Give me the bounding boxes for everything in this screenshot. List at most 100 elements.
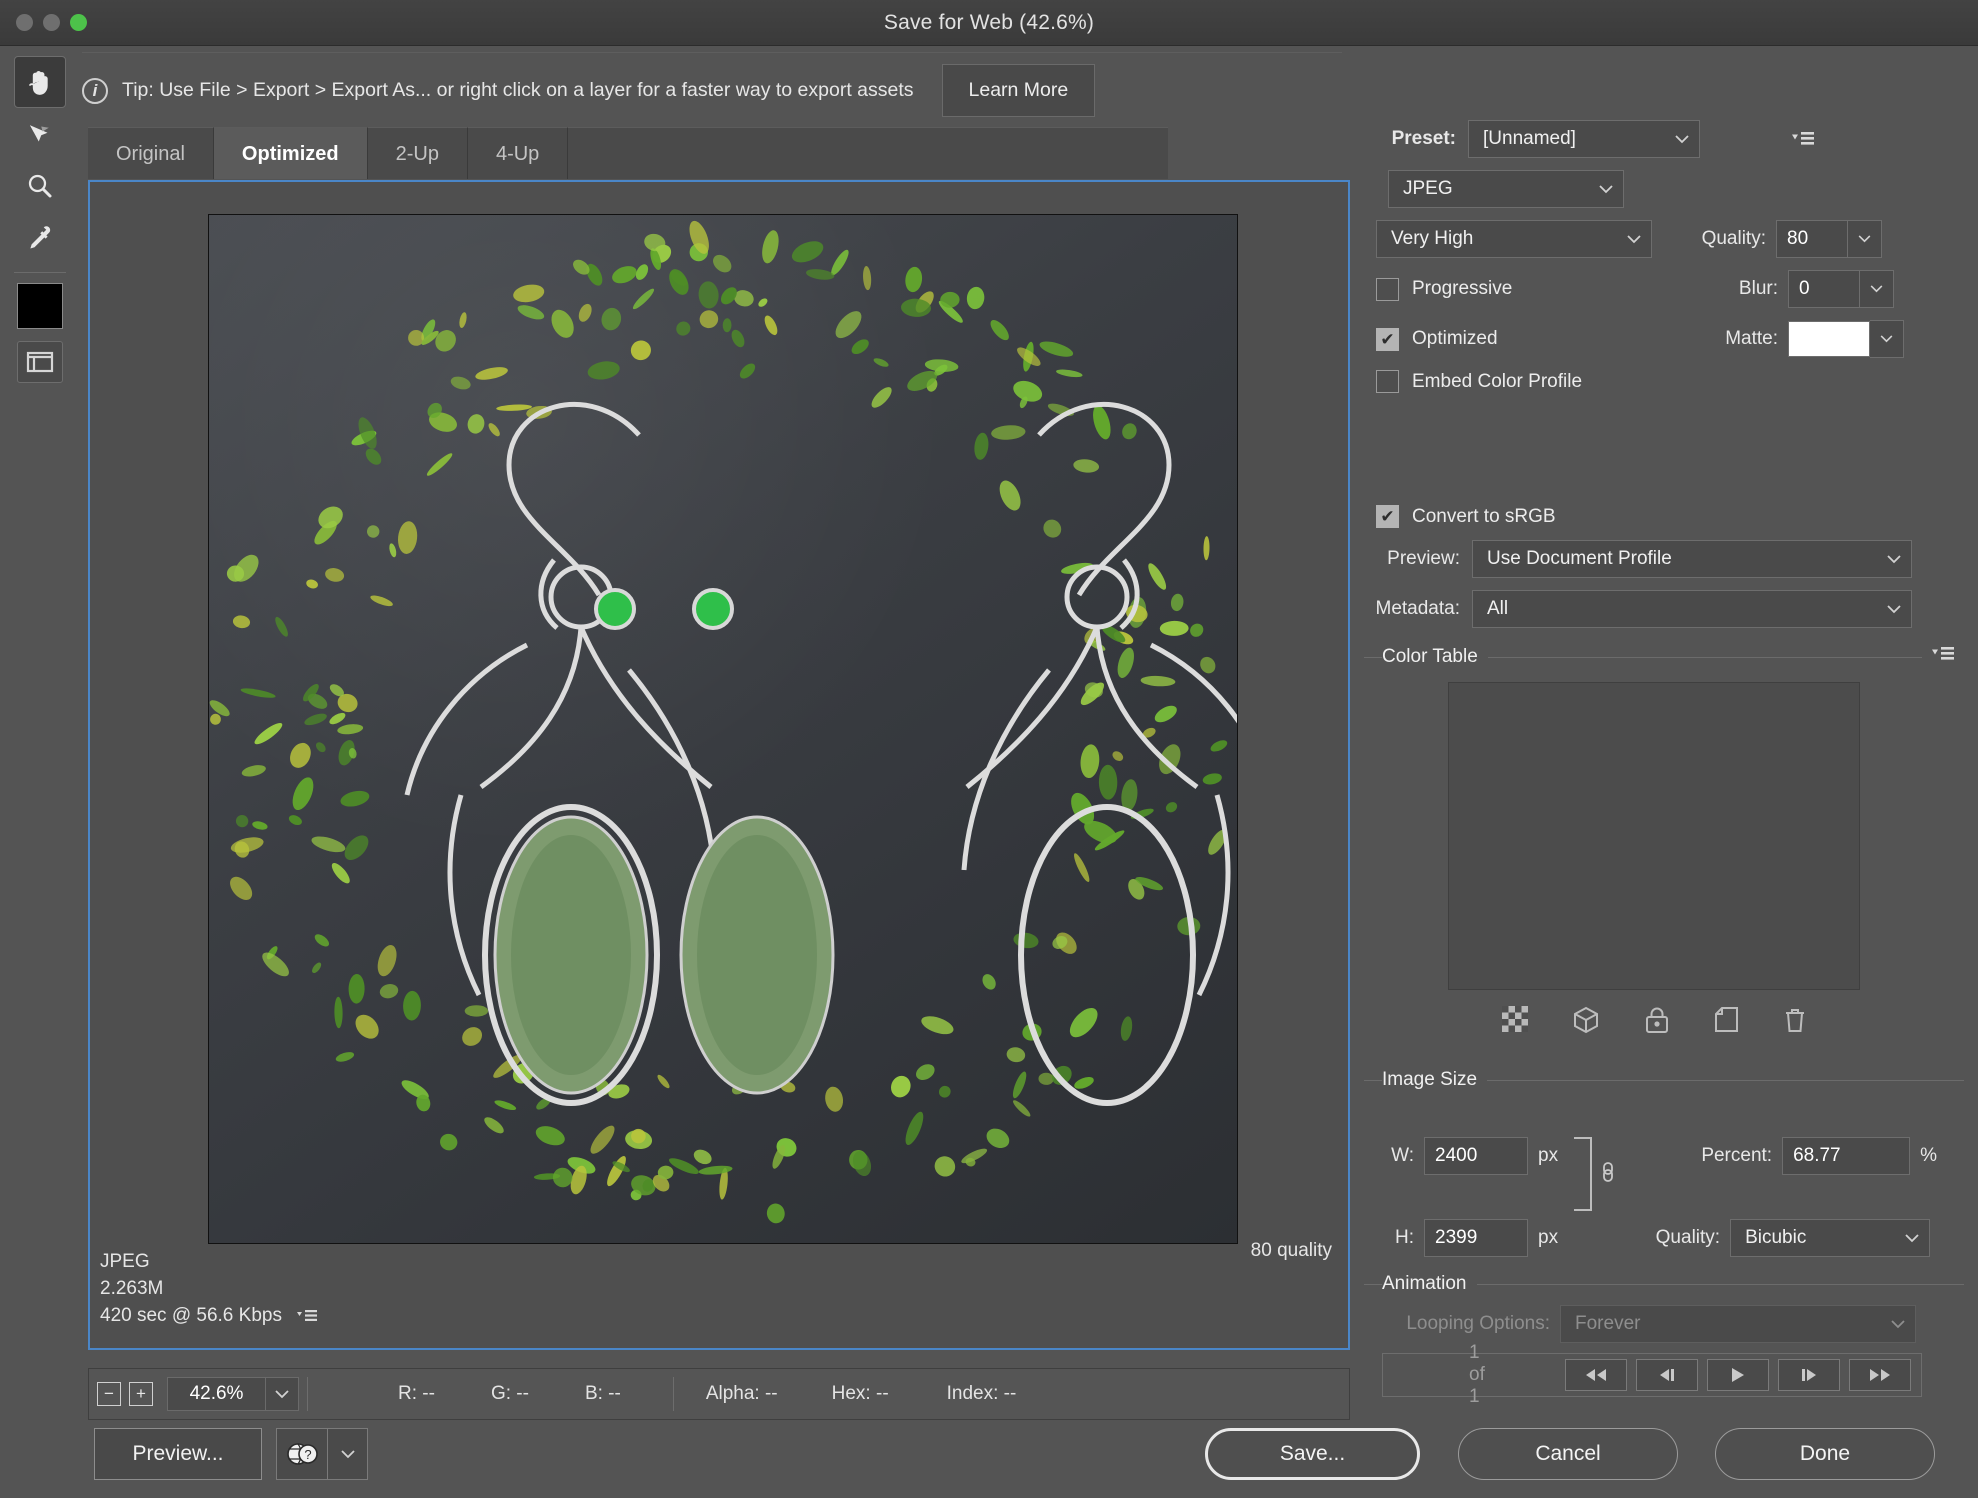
earrings-artwork: [209, 220, 1237, 1224]
color-table-toolbar: [1448, 1006, 1860, 1039]
learn-more-button[interactable]: Learn More: [941, 64, 1096, 117]
title-bar: Save for Web (42.6%): [0, 0, 1978, 46]
tab-optimized[interactable]: Optimized: [213, 127, 368, 179]
resample-quality-value: Bicubic: [1745, 1227, 1807, 1248]
info-icon: i: [82, 77, 108, 104]
first-frame-button[interactable]: [1565, 1359, 1627, 1391]
previous-frame-button[interactable]: [1636, 1359, 1698, 1391]
embed-profile-label: Embed Color Profile: [1412, 370, 1583, 392]
globe-browser-icon: ?: [287, 1443, 318, 1465]
color-readout-hex: Hex: --: [831, 1383, 889, 1404]
progressive-checkbox[interactable]: Progressive: [1376, 277, 1664, 301]
slice-visibility-icon: [26, 351, 54, 373]
web-safe-icon[interactable]: [1572, 1006, 1600, 1039]
zoom-level-dropdown-button[interactable]: [265, 1377, 299, 1411]
window-title: Save for Web (42.6%): [883, 10, 1095, 34]
next-frame-button[interactable]: [1778, 1359, 1840, 1391]
tab-original[interactable]: Original: [88, 127, 214, 179]
settings-panel: Preset: [Unnamed] JPEG Very High Quality…: [1364, 120, 1964, 1407]
status-divider-2: [672, 1377, 674, 1411]
play-button[interactable]: [1707, 1359, 1769, 1391]
tab-4up[interactable]: 4-Up: [467, 127, 569, 179]
chevron-down-icon: [1858, 235, 1871, 243]
toggle-slice-visibility-button[interactable]: [17, 341, 63, 383]
preview-flyout-menu-button[interactable]: [297, 1305, 318, 1332]
browser-dropdown-button[interactable]: [328, 1428, 368, 1480]
height-label: H:: [1395, 1227, 1414, 1248]
resample-quality-select[interactable]: Bicubic: [1730, 1219, 1931, 1257]
width-field[interactable]: 2400: [1424, 1137, 1528, 1175]
color-readout-r: R: --: [398, 1383, 435, 1404]
preview-profile-row: Preview: Use Document Profile: [1364, 540, 1964, 578]
zoom-out-button[interactable]: −: [97, 1382, 121, 1406]
transparency-icon[interactable]: [1501, 1006, 1528, 1039]
chevron-down-icon: [275, 1389, 289, 1398]
metadata-value: All: [1487, 598, 1509, 619]
preview-button[interactable]: Preview...: [94, 1428, 262, 1480]
embed-color-profile-checkbox[interactable]: Embed Color Profile: [1376, 370, 1582, 393]
preview-download-time: 420 sec @ 56.6 Kbps: [100, 1305, 282, 1327]
save-button[interactable]: Save...: [1205, 1428, 1420, 1480]
chevron-down-icon: [340, 1449, 355, 1458]
metadata-select[interactable]: All: [1472, 590, 1912, 628]
image-height-row: H: 2399 px Quality: Bicubic: [1382, 1219, 1964, 1257]
file-format-select[interactable]: JPEG: [1388, 170, 1624, 208]
quality-value-field[interactable]: 80: [1776, 220, 1848, 258]
cancel-button[interactable]: Cancel: [1458, 1428, 1678, 1480]
animation-title: Animation: [1382, 1273, 1477, 1295]
preview-quality-note: 80 quality: [1250, 1240, 1332, 1261]
quality-stepper-button[interactable]: [1848, 220, 1882, 258]
rewind-icon: [1586, 1369, 1606, 1381]
last-frame-button[interactable]: [1849, 1359, 1911, 1391]
done-button[interactable]: Done: [1715, 1428, 1935, 1480]
foreground-color-swatch[interactable]: [17, 283, 63, 329]
color-readout-alpha: Alpha: --: [705, 1383, 778, 1404]
color-table-swatch-area[interactable]: [1448, 682, 1860, 990]
flyout-menu-icon: [1932, 647, 1954, 660]
slice-select-tool[interactable]: [14, 108, 66, 160]
tab-strip-filler: [568, 127, 1169, 179]
quality-preset-select[interactable]: Very High: [1376, 220, 1652, 258]
slice-select-icon: [30, 125, 49, 142]
delete-icon[interactable]: [1783, 1006, 1807, 1039]
matte-dropdown-button[interactable]: [1870, 320, 1904, 358]
image-size-group: Image Size W: 2400 px Percent: 68.77 % H…: [1364, 1069, 1964, 1257]
fast-forward-icon: [1870, 1369, 1890, 1381]
preview-mode-tabs: Original Optimized 2-Up 4-Up: [88, 127, 1169, 179]
chevron-down-icon: [1891, 1313, 1905, 1335]
zoom-in-button[interactable]: +: [129, 1382, 153, 1406]
blur-value-field[interactable]: 0: [1788, 270, 1860, 308]
link-icon[interactable]: [1598, 1159, 1618, 1190]
matte-label: Matte:: [1725, 328, 1778, 349]
embed-profile-checkbox-box: [1376, 370, 1399, 393]
height-field[interactable]: 2399: [1424, 1219, 1528, 1257]
resample-quality-label: Quality:: [1655, 1227, 1721, 1248]
preset-flyout-menu-button[interactable]: [1792, 131, 1814, 147]
hand-tool[interactable]: [14, 56, 66, 108]
looping-options-value: Forever: [1575, 1313, 1641, 1334]
new-color-icon[interactable]: [1714, 1006, 1739, 1039]
preview-canvas[interactable]: JPEG 2.263M 420 sec @ 56.6 Kbps 80 quali…: [88, 180, 1350, 1350]
optimized-label: Optimized: [1412, 328, 1498, 349]
browser-icon[interactable]: ?: [276, 1428, 328, 1480]
metadata-row: Metadata: All: [1364, 590, 1964, 628]
zoom-level-field[interactable]: 42.6%: [167, 1377, 265, 1411]
hand-icon: [29, 71, 48, 95]
lock-icon[interactable]: [1644, 1006, 1670, 1039]
color-table-flyout-menu-button[interactable]: [1922, 646, 1964, 668]
magnifier-icon: [28, 174, 52, 198]
checkerboard-icon: [1501, 1006, 1528, 1032]
blur-stepper-button[interactable]: [1860, 270, 1894, 308]
zoom-tool[interactable]: [14, 160, 66, 212]
percent-field[interactable]: 68.77: [1782, 1137, 1911, 1175]
matte-color-swatch[interactable]: [1788, 321, 1870, 357]
eyedropper-tool[interactable]: [14, 212, 66, 264]
preset-select[interactable]: [Unnamed]: [1468, 120, 1700, 158]
svg-text:?: ?: [304, 1447, 311, 1462]
optimized-checkbox[interactable]: Optimized: [1376, 327, 1664, 351]
tab-2up[interactable]: 2-Up: [367, 127, 468, 179]
convert-to-srgb-checkbox[interactable]: Convert to sRGB: [1376, 505, 1556, 528]
preview-profile-select[interactable]: Use Document Profile: [1472, 540, 1912, 578]
preview-filesize: 2.263M: [100, 1278, 164, 1300]
preview-profile-label: Preview:: [1387, 548, 1460, 569]
